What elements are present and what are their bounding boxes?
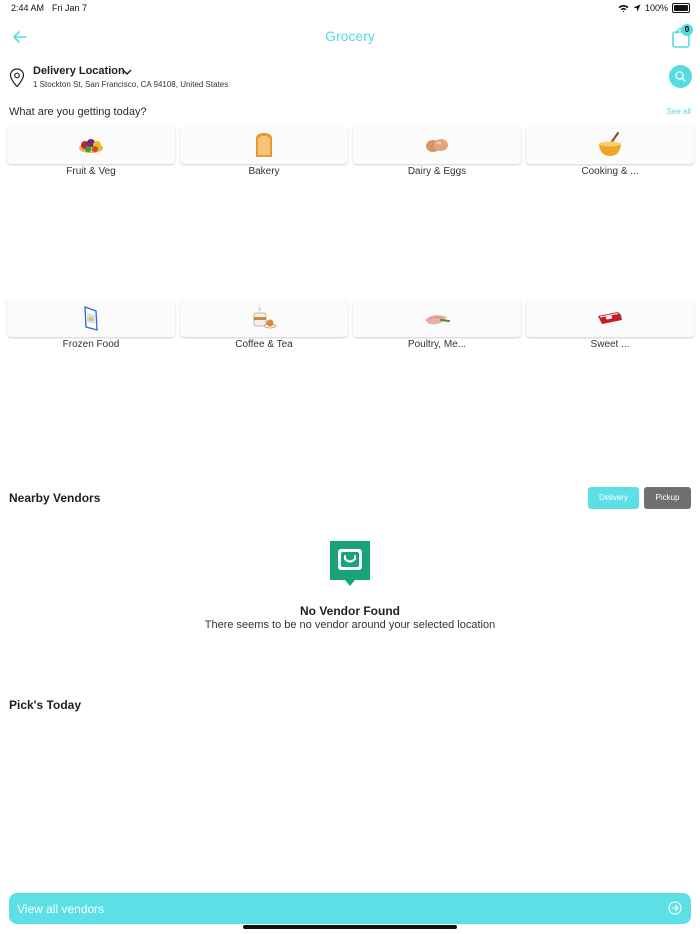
wifi-icon [618,4,629,12]
delivery-filter-button[interactable]: Delivery [588,487,639,509]
status-date: Fri Jan 7 [52,3,88,13]
category-card [180,126,348,164]
cart-count-badge: 0 [681,24,693,36]
eggs-icon [426,139,448,152]
search-icon [675,71,686,82]
location-arrow-icon [633,4,641,12]
view-all-vendors-button[interactable]: View all vendors [9,893,691,924]
category-coffee-tea[interactable]: Coffee & Tea [180,299,348,350]
arrow-right-circle-icon [668,901,682,915]
category-bakery[interactable]: Bakery [180,126,348,177]
category-label: Fruit & Veg [66,166,116,177]
cart-button[interactable]: 0 [670,24,693,49]
status-bar: 2:44 AM Fri Jan 7 100% [0,0,700,18]
category-label: Cooking & ... [581,166,639,177]
location-title: Delivery Location [33,65,125,77]
chevron-down-icon [122,69,132,76]
category-label: Coffee & Tea [235,339,293,350]
category-card [7,299,175,337]
category-card [7,126,175,164]
location-address: 1 Stockton St, San Francisco, CA 94108, … [33,80,229,89]
bread-icon [256,133,272,157]
empty-store-icon [330,541,370,586]
empty-state-title: No Vendor Found [300,604,400,618]
category-card [526,299,694,337]
category-card [526,126,694,164]
pickup-filter-button[interactable]: Pickup [644,487,691,509]
category-sweet[interactable]: Sweet ... [526,299,694,350]
status-indicators: 100% [618,3,690,13]
category-label: Sweet ... [590,339,630,350]
categories-heading: What are you getting today? [9,106,147,118]
map-pin-icon [9,68,25,88]
meat-icon [425,315,450,325]
status-time: 2:44 AM [11,3,45,13]
frozen-pack-icon [84,306,98,331]
category-label: Bakery [248,166,280,177]
coffee-cup-icon [253,306,277,329]
category-dairy-eggs[interactable]: Dairy & Eggs [353,126,521,177]
candy-bar-icon [598,312,622,324]
category-card [353,126,521,164]
category-label: Frozen Food [62,339,120,350]
fruit-veg-icon [79,139,103,153]
category-label: Poultry, Me... [407,339,467,350]
category-frozen-food[interactable]: Frozen Food [7,299,175,350]
battery-percent: 100% [644,3,668,13]
home-indicator [243,925,457,929]
category-poultry-meat[interactable]: Poultry, Me... [353,299,521,350]
nearby-vendors-title: Nearby Vendors [9,491,101,505]
battery-icon [672,3,690,13]
category-fruit-veg[interactable]: Fruit & Veg [7,126,175,177]
category-card [180,299,348,337]
category-card [353,299,521,337]
see-all-link[interactable]: See all [667,107,691,116]
empty-state-message: There seems to be no vendor around your … [204,619,496,631]
header: Grocery 0 [0,22,700,52]
delivery-location-selector[interactable]: Delivery Location 1 Stockton St, San Fra… [8,64,608,94]
picks-today-title: Pick's Today [9,698,81,712]
page-title: Grocery [325,28,375,44]
view-all-vendors-label: View all vendors [17,902,105,916]
category-label: Dairy & Eggs [407,166,467,177]
search-button[interactable] [669,65,692,88]
mixing-bowl-icon [599,132,621,156]
category-cooking[interactable]: Cooking & ... [526,126,694,177]
